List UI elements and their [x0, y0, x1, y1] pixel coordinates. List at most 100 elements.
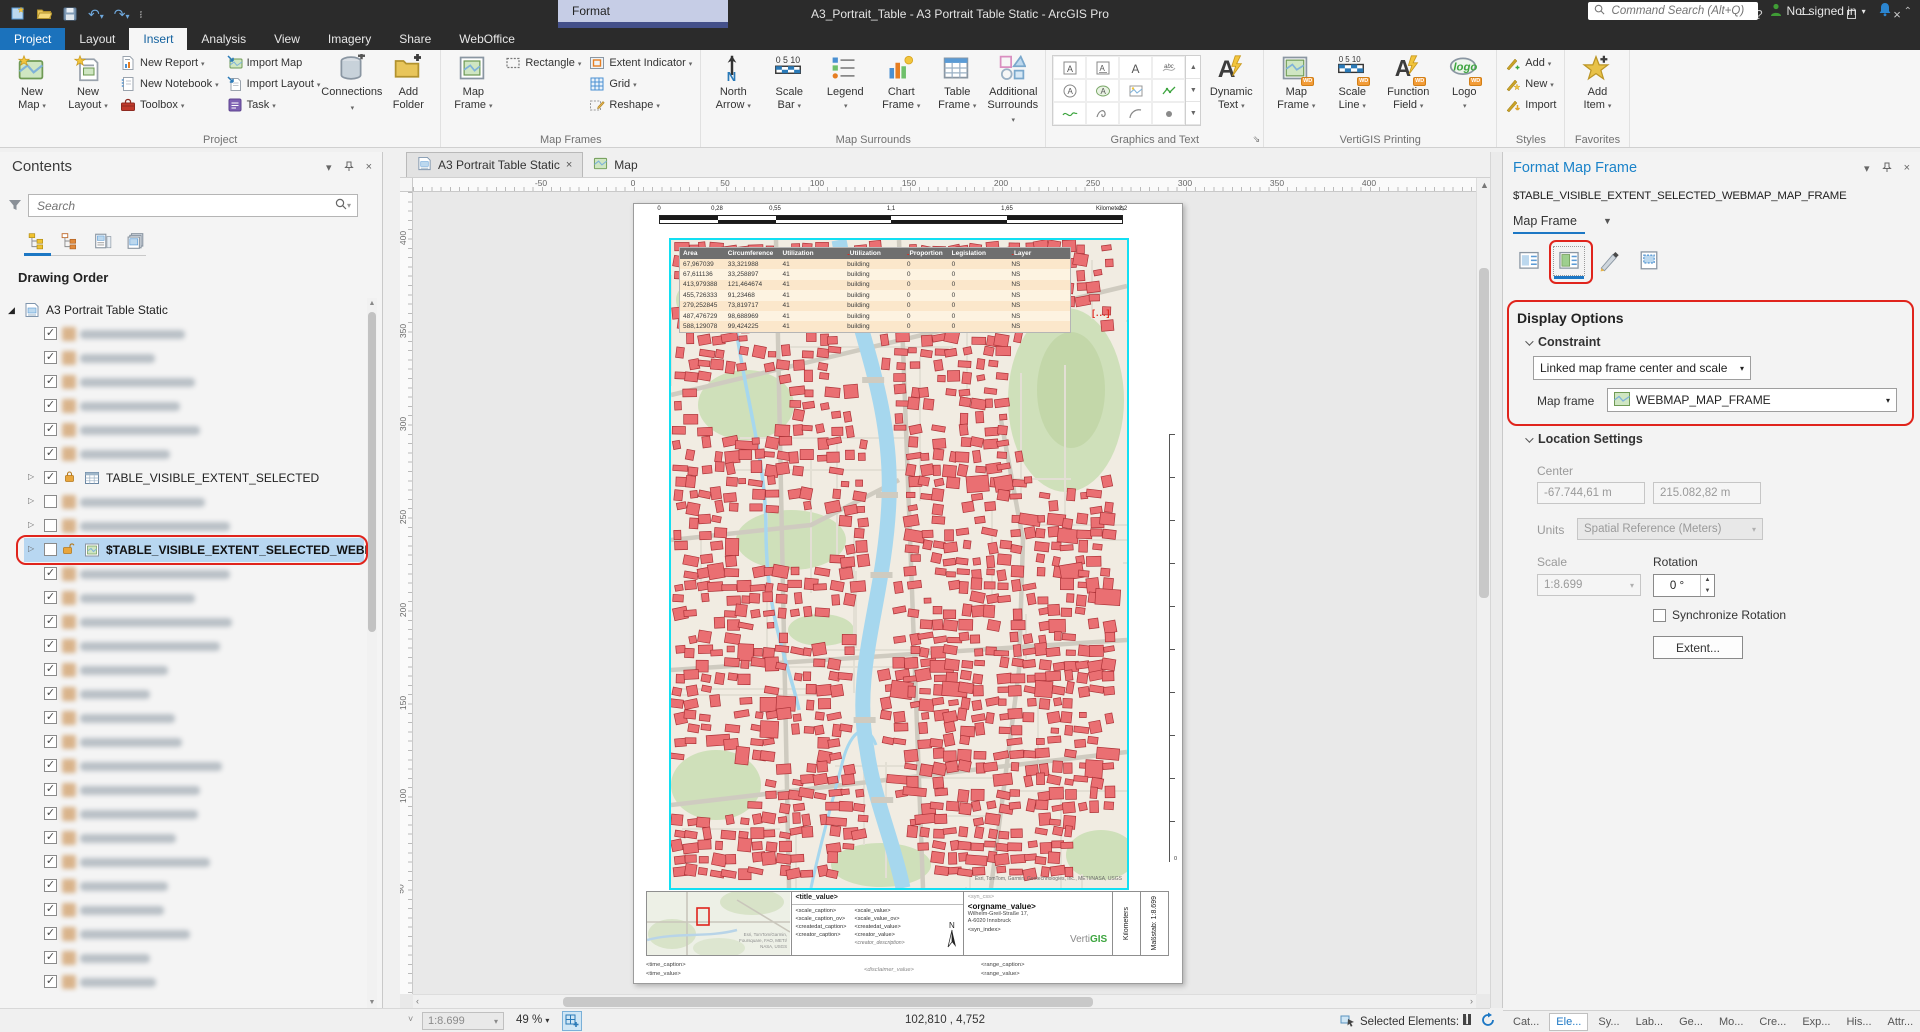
customize-qat-icon[interactable]: ᎒ — [140, 7, 143, 22]
scale-line-button[interactable]: 0 5 10WDScale Line ▾ — [1324, 52, 1380, 115]
contents-search[interactable]: ▾ — [28, 194, 358, 217]
open-project-icon[interactable] — [36, 6, 52, 22]
dynamic-text-button[interactable]: ADynamic Text ▾ — [1203, 52, 1259, 115]
scroll-up-icon[interactable]: ▲ — [367, 300, 377, 307]
new-button[interactable]: New ▾ — [1501, 73, 1560, 94]
new-layout-button[interactable]: New Layout ▾ — [60, 52, 116, 115]
new-report-button[interactable]: New Report ▾ — [116, 52, 223, 73]
horizontal-scrollbar[interactable]: ‹ › — [413, 994, 1476, 1008]
layer-item-blurred[interactable]: ✓ — [0, 562, 368, 586]
gallery-point-icon[interactable] — [1152, 102, 1185, 125]
constraint-dropdown[interactable]: Linked map frame center and scale▾ — [1533, 356, 1751, 380]
gallery-text-callout-icon[interactable]: A — [1086, 79, 1119, 102]
close-tab-icon[interactable]: × — [566, 159, 572, 171]
gallery-text-plain-icon[interactable]: A — [1119, 56, 1152, 79]
import-map-button[interactable]: Import Map — [223, 52, 325, 73]
new-map-button[interactable]: New Map ▾ — [4, 52, 60, 115]
gallery-text-rect-icon[interactable]: A — [1053, 56, 1086, 79]
layer-item-blurred[interactable]: ✓ — [0, 922, 368, 946]
map-frame-button[interactable]: Map Frame ▾ — [445, 52, 501, 115]
visibility-checkbox[interactable]: ✓ — [44, 327, 57, 340]
pane-tab-cat[interactable]: Cat... — [1507, 1014, 1545, 1030]
add-button[interactable]: Add ▾ — [1501, 52, 1560, 73]
tab-imagery[interactable]: Imagery — [314, 28, 385, 50]
import-button[interactable]: Import — [1501, 94, 1560, 115]
pane-tab-his[interactable]: His... — [1840, 1014, 1877, 1030]
visibility-checkbox[interactable]: ✓ — [44, 831, 57, 844]
function-field-button[interactable]: AWDFunction Field ▾ — [1380, 52, 1436, 115]
visibility-checkbox[interactable]: ✓ — [44, 975, 57, 988]
layout-table[interactable]: AreaCircumferenceUtilization..Utilizatio… — [679, 247, 1071, 333]
layer-item-blurred[interactable]: ▷ — [0, 514, 368, 538]
expander-collapsed-icon[interactable]: ▷ — [28, 472, 34, 481]
visibility-checkbox[interactable]: ✓ — [44, 927, 57, 940]
contents-scrollbar[interactable]: ▲ ▼ — [367, 298, 377, 1008]
extent-indicator-button[interactable]: Extent Indicator ▾ — [585, 52, 696, 73]
toolbox-button[interactable]: Toolbox ▾ — [116, 94, 223, 115]
undo-icon[interactable]: ↶▾ — [88, 6, 104, 23]
layer-item-blurred[interactable]: ✓ — [0, 394, 368, 418]
layer-item-blurred[interactable]: ✓ — [0, 730, 368, 754]
pane-menu-icon[interactable]: ▾ — [1864, 162, 1870, 176]
layer-item-blurred[interactable]: ✓ — [0, 898, 368, 922]
visibility-checkbox[interactable]: ✓ — [44, 447, 57, 460]
scale-bar[interactable] — [659, 215, 1123, 224]
visibility-checkbox[interactable]: ✓ — [44, 567, 57, 580]
visibility-checkbox[interactable]: ✓ — [44, 759, 57, 772]
layer-item-blurred[interactable]: ✓ — [0, 346, 368, 370]
save-project-icon[interactable] — [62, 6, 78, 22]
tab-insert[interactable]: Insert — [129, 28, 187, 50]
chart-frame-button[interactable]: Chart Frame ▾ — [873, 52, 929, 115]
visibility-checkbox[interactable]: ✓ — [44, 879, 57, 892]
pin-icon[interactable] — [344, 161, 354, 175]
gallery-picture-icon[interactable] — [1119, 79, 1152, 102]
spin-down-icon[interactable]: ▼ — [1701, 586, 1714, 597]
grid-button[interactable]: Grid ▾ — [585, 73, 696, 94]
layer-item-blurred[interactable]: ✓ — [0, 370, 368, 394]
tab-share[interactable]: Share — [385, 28, 445, 50]
expander-expanded-icon[interactable]: ◢ — [8, 305, 15, 316]
rectangle-button[interactable]: Rectangle ▾ — [501, 52, 585, 73]
pane-symbol-tab-button[interactable] — [1593, 246, 1625, 276]
gallery-up-icon[interactable]: ▲ — [1186, 56, 1200, 79]
visibility-checkbox[interactable]: ✓ — [44, 951, 57, 964]
visibility-checkbox[interactable]: ✓ — [44, 639, 57, 652]
expander-collapsed-icon[interactable]: ▷ — [28, 496, 34, 505]
pane-placement-tab-button[interactable] — [1633, 246, 1665, 276]
notifications-icon[interactable] — [1878, 2, 1892, 20]
pane-tab-sy[interactable]: Sy... — [1592, 1014, 1625, 1030]
layer-item-blurred[interactable]: ✓ — [0, 418, 368, 442]
tab-dropdown-icon[interactable]: ▼ — [1603, 216, 1612, 226]
map-frame-element[interactable] — [669, 238, 1129, 890]
layer-item-blurred[interactable]: ✓ — [0, 802, 368, 826]
selected-elements[interactable]: Selected Elements: 1 — [1340, 1013, 1469, 1030]
visibility-checkbox[interactable]: ✓ — [44, 903, 57, 916]
layer-item-blurred[interactable]: ✓ — [0, 682, 368, 706]
new-project-icon[interactable] — [10, 6, 26, 22]
tab-view[interactable]: View — [260, 28, 314, 50]
task-button[interactable]: Task ▾ — [223, 94, 325, 115]
reshape-button[interactable]: Reshape ▾ — [585, 94, 696, 115]
logo--button[interactable]: logoWDLogo ▾ — [1436, 52, 1492, 115]
add-item-button[interactable]: Add Item ▾ — [1569, 52, 1625, 115]
pause-drawing-icon[interactable] — [1463, 1014, 1471, 1025]
redo-icon[interactable]: ↷▾ — [114, 6, 130, 23]
scroll-left-icon[interactable]: ‹ — [416, 996, 419, 1006]
layer-item-blurred[interactable]: ✓ — [0, 826, 368, 850]
layout-canvas[interactable]: 00,280,551,11,652,2 Kilometers AreaCircu… — [413, 192, 1476, 994]
collapse-ribbon-icon[interactable]: ⌃ — [1904, 6, 1912, 17]
tab-project[interactable]: Project — [0, 28, 65, 50]
connections-button[interactable]: Connections ▾ — [324, 52, 380, 117]
visibility-checkbox[interactable]: ✓ — [44, 375, 57, 388]
layer-item-a3 portrait table static[interactable]: ◢A3 Portrait Table Static — [0, 298, 368, 322]
gallery-text-curve-icon[interactable]: abc — [1152, 56, 1185, 79]
tab-layout[interactable]: Layout — [65, 28, 129, 50]
collapse-constraint-icon[interactable] — [1525, 337, 1533, 345]
pane-tab-cre[interactable]: Cre... — [1753, 1014, 1792, 1030]
visibility-checkbox[interactable]: ✓ — [44, 663, 57, 676]
view-tab-a3-portrait-table-static[interactable]: A3 Portrait Table Static× — [406, 152, 583, 177]
visibility-checkbox[interactable]: ✓ — [44, 471, 57, 484]
layer-item-table_visible_extent_selected[interactable]: ▷✓TABLE_VISIBLE_EXTENT_SELECTED — [0, 466, 368, 490]
visibility-checkbox[interactable]: ✓ — [44, 591, 57, 604]
close-pane-icon[interactable]: × — [366, 161, 372, 175]
